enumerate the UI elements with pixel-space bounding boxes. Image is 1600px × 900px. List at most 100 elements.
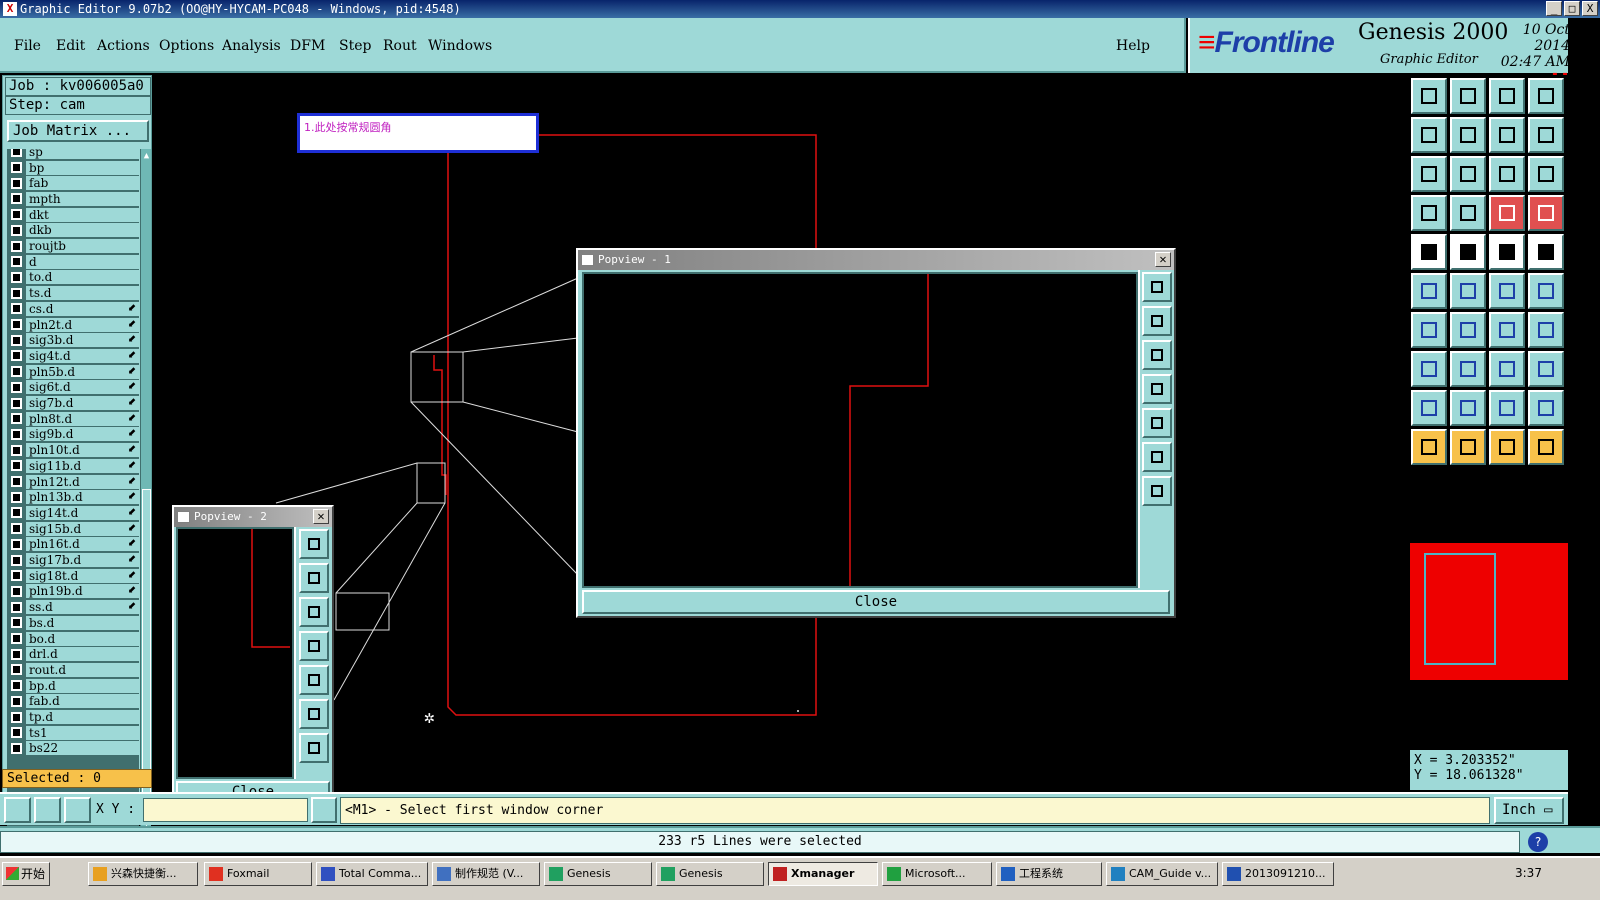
layer-name[interactable]: sig14t.d ⬋ bbox=[26, 505, 139, 520]
maximize-button[interactable]: □ bbox=[1564, 1, 1580, 16]
pan-up-icon[interactable] bbox=[1142, 306, 1172, 336]
layer-name[interactable]: sig15b.d ⬋ bbox=[26, 521, 139, 536]
layer-row[interactable]: pln12t.d ⬋ bbox=[7, 474, 139, 490]
layer-row[interactable]: fab bbox=[7, 175, 139, 191]
layer-row[interactable]: pln2t.d ⬋ bbox=[7, 317, 139, 333]
menu-step[interactable]: Step bbox=[339, 38, 371, 54]
select-box-icon[interactable] bbox=[1450, 429, 1486, 465]
taskbar-item-xmanager[interactable]: Xmanager bbox=[768, 862, 878, 886]
menu-windows[interactable]: Windows bbox=[428, 38, 492, 54]
break-icon[interactable] bbox=[1450, 351, 1486, 387]
measure-icon[interactable] bbox=[1489, 351, 1525, 387]
help-icon[interactable]: ? bbox=[1528, 832, 1548, 852]
overview-viewport-frame[interactable] bbox=[1424, 553, 1496, 665]
layer-checkbox[interactable] bbox=[11, 149, 22, 158]
poly-add-icon[interactable] bbox=[1450, 390, 1486, 426]
layer-name[interactable]: sig18t.d ⬋ bbox=[26, 568, 139, 583]
taskbar-item-engineering-system[interactable]: 工程系统 bbox=[996, 862, 1102, 886]
move-feature-icon[interactable] bbox=[1489, 273, 1525, 309]
layer-row[interactable]: sig7b.d ⬋ bbox=[7, 395, 139, 411]
popview-2-titlebar[interactable]: Popview - 2 ✕ bbox=[174, 507, 332, 527]
pan-left-icon[interactable] bbox=[299, 631, 329, 661]
layer-row[interactable]: sig18t.d ⬋ bbox=[7, 568, 139, 584]
layer-checkbox[interactable] bbox=[11, 256, 22, 268]
menu-analysis[interactable]: Analysis bbox=[222, 38, 281, 54]
layer-checkbox[interactable] bbox=[11, 648, 22, 660]
layer-name[interactable]: bs22 bbox=[26, 741, 139, 756]
taskbar-item-genesis-1[interactable]: Genesis bbox=[544, 862, 652, 886]
taskbar-item-genesis-2[interactable]: Genesis bbox=[656, 862, 764, 886]
layer-row[interactable]: sp bbox=[7, 149, 139, 160]
help-query-icon[interactable] bbox=[1528, 156, 1564, 192]
pan-up-icon[interactable] bbox=[299, 563, 329, 593]
pan-down-icon[interactable] bbox=[299, 597, 329, 627]
add-text-icon[interactable] bbox=[1489, 234, 1525, 270]
popview-1-close-button[interactable]: Close bbox=[582, 590, 1170, 614]
taskbar-item-excel[interactable]: Microsoft... bbox=[882, 862, 992, 886]
layer-row[interactable]: to.d bbox=[7, 270, 139, 286]
layer-row[interactable]: fab.d bbox=[7, 694, 139, 710]
layer-row[interactable]: bs.d bbox=[7, 615, 139, 631]
pan-right-icon[interactable] bbox=[299, 665, 329, 695]
menu-actions[interactable]: Actions bbox=[97, 38, 150, 54]
layer-row[interactable]: bp.d bbox=[7, 678, 139, 694]
menu-edit[interactable]: Edit bbox=[56, 38, 85, 54]
add-pad-icon[interactable] bbox=[1411, 234, 1447, 270]
layer-checkbox[interactable] bbox=[11, 617, 22, 629]
layer-name[interactable]: pln19b.d ⬋ bbox=[26, 584, 139, 599]
popview-2-close-x-button[interactable]: ✕ bbox=[313, 509, 329, 524]
layer-row[interactable]: sig14t.d ⬋ bbox=[7, 505, 139, 521]
move-right-icon[interactable] bbox=[1450, 117, 1486, 153]
layer-name[interactable]: pln13b.d ⬋ bbox=[26, 490, 139, 505]
layer-name[interactable]: to.d bbox=[26, 270, 139, 285]
select-net-icon[interactable] bbox=[1528, 429, 1564, 465]
grid-toggle-icon[interactable] bbox=[1450, 195, 1486, 231]
layer-row[interactable]: pln19b.d ⬋ bbox=[7, 584, 139, 600]
menu-options[interactable]: Options bbox=[159, 38, 214, 54]
layer-checkbox[interactable] bbox=[11, 585, 22, 597]
layer-checkbox[interactable] bbox=[11, 570, 22, 582]
layer-up-icon[interactable] bbox=[1411, 78, 1447, 114]
job-matrix-button[interactable]: Job Matrix ... bbox=[7, 120, 149, 142]
layer-row[interactable]: bs22 bbox=[7, 741, 139, 757]
popview-2-viewport[interactable] bbox=[176, 527, 294, 779]
move-left-icon[interactable] bbox=[1411, 117, 1447, 153]
layer-row[interactable]: sig3b.d ⬋ bbox=[7, 332, 139, 348]
layer-name[interactable]: pln2t.d ⬋ bbox=[26, 317, 139, 332]
layer-row[interactable]: sig9b.d ⬋ bbox=[7, 427, 139, 443]
layer-checkbox[interactable] bbox=[11, 491, 22, 503]
layer-name[interactable]: ts.d bbox=[26, 286, 139, 301]
layer-name[interactable]: fab.d bbox=[26, 694, 139, 709]
menu-dfm[interactable]: DFM bbox=[290, 38, 325, 54]
layer-row[interactable]: pln5b.d ⬋ bbox=[7, 364, 139, 380]
taskbar-item-spec-doc[interactable]: 制作规范 (V... bbox=[432, 862, 540, 886]
layer-checkbox[interactable] bbox=[11, 366, 22, 378]
layer-name[interactable]: sig6t.d ⬋ bbox=[26, 380, 139, 395]
layer-checkbox[interactable] bbox=[11, 319, 22, 331]
layer-checkbox[interactable] bbox=[11, 664, 22, 676]
layer-name[interactable]: pln8t.d ⬋ bbox=[26, 411, 139, 426]
layer-row[interactable]: drl.d bbox=[7, 646, 139, 662]
copy-feature-icon[interactable] bbox=[1528, 273, 1564, 309]
layer-name[interactable]: sig4t.d ⬋ bbox=[26, 348, 139, 363]
layer-row[interactable]: pln8t.d ⬋ bbox=[7, 411, 139, 427]
layer-checkbox[interactable] bbox=[11, 381, 22, 393]
select-arrow-icon[interactable] bbox=[1411, 429, 1447, 465]
taskbar-item-cam-guide[interactable]: CAM_Guide v... bbox=[1106, 862, 1218, 886]
layer-row[interactable]: roujtb bbox=[7, 238, 139, 254]
minimize-button[interactable]: _ bbox=[1546, 1, 1562, 16]
layer-name[interactable]: sp bbox=[26, 149, 139, 159]
layer-checkbox[interactable] bbox=[11, 538, 22, 550]
grid-icon[interactable] bbox=[64, 797, 91, 823]
layer-name[interactable]: sig3b.d ⬋ bbox=[26, 333, 139, 348]
taskbar-item-totalcommander[interactable]: Total Comma... bbox=[316, 862, 428, 886]
layer-checkbox[interactable] bbox=[11, 413, 22, 425]
menu-file[interactable]: File bbox=[14, 38, 41, 54]
redraw-icon[interactable] bbox=[1489, 117, 1525, 153]
layer-row[interactable]: tp.d bbox=[7, 709, 139, 725]
layer-checkbox[interactable] bbox=[11, 162, 22, 174]
connect-icon[interactable] bbox=[1411, 273, 1447, 309]
layer-row[interactable]: bp bbox=[7, 160, 139, 176]
taskbar-item-xingsen[interactable]: 兴森快捷衡... bbox=[88, 862, 198, 886]
layer-row[interactable]: dkt bbox=[7, 207, 139, 223]
